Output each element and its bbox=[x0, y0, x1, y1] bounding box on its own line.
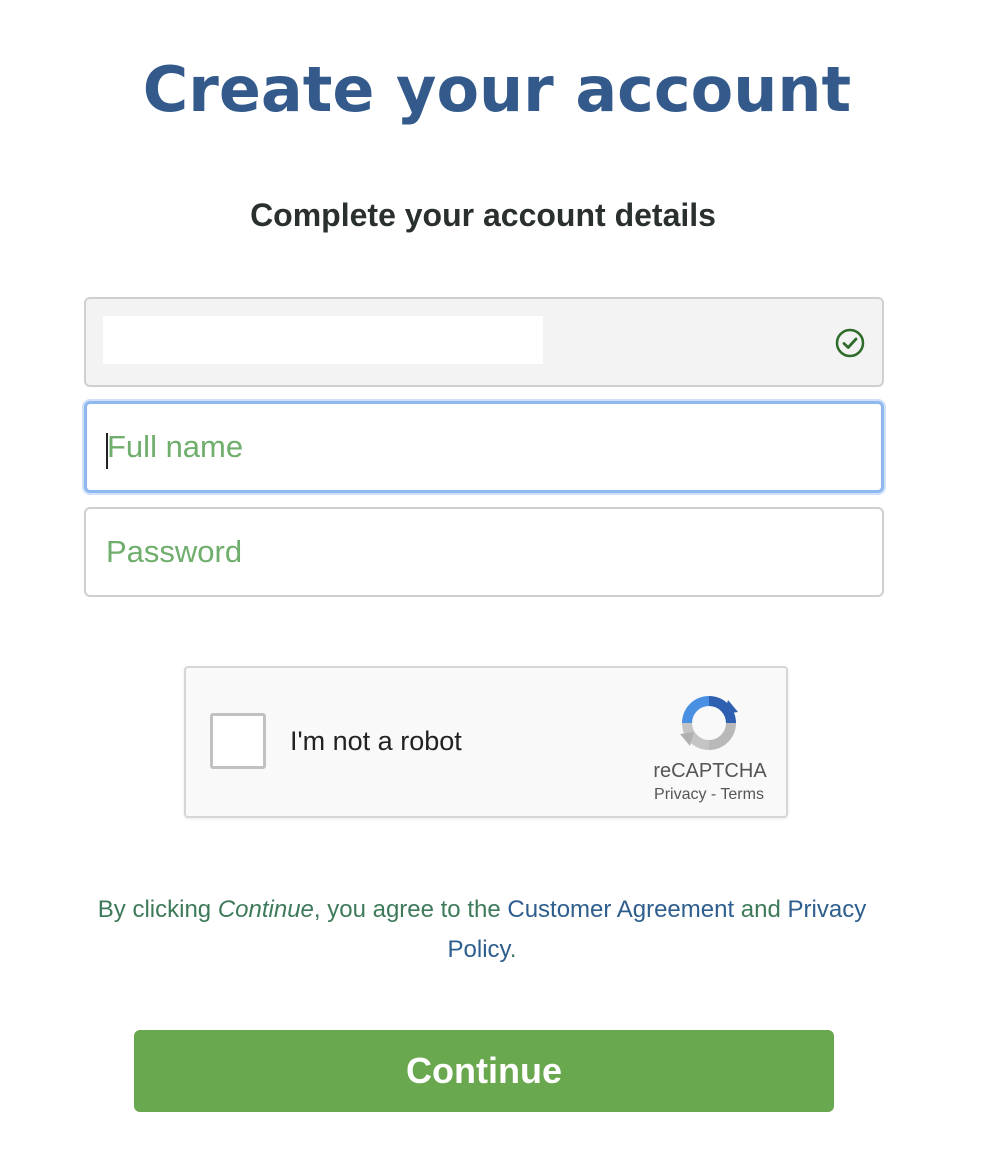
recaptcha-widget: I'm not a robot reCAPTCHA Privacy - Term… bbox=[184, 666, 788, 818]
continue-button[interactable]: Continue bbox=[134, 1030, 834, 1112]
full-name-field[interactable] bbox=[84, 401, 884, 493]
terms-suffix: . bbox=[509, 936, 517, 963]
recaptcha-brand: reCAPTCHA bbox=[653, 760, 767, 782]
recaptcha-privacy-link[interactable]: Privacy bbox=[654, 786, 706, 803]
recaptcha-label: I'm not a robot bbox=[290, 726, 462, 756]
recaptcha-links: Privacy - Terms bbox=[634, 786, 784, 804]
terms-notice: By clicking Continue, you agree to the C… bbox=[80, 890, 884, 970]
email-field[interactable] bbox=[84, 297, 884, 387]
page-title: Create your account bbox=[142, 53, 852, 126]
terms-action-word: Continue bbox=[217, 896, 314, 923]
email-value-redacted bbox=[103, 316, 543, 364]
page-subtitle: Complete your account details bbox=[250, 197, 716, 233]
full-name-input[interactable] bbox=[87, 404, 881, 490]
password-field[interactable] bbox=[84, 507, 884, 597]
terms-and: and bbox=[734, 896, 788, 923]
terms-prefix: By clicking bbox=[97, 896, 218, 923]
terms-middle: , you agree to the bbox=[313, 896, 508, 923]
text-caret bbox=[106, 433, 108, 469]
check-circle-icon bbox=[835, 328, 865, 358]
recaptcha-terms-link[interactable]: Terms bbox=[720, 786, 764, 803]
recaptcha-checkbox[interactable] bbox=[210, 713, 266, 769]
customer-agreement-link[interactable]: Customer Agreement bbox=[507, 896, 734, 923]
recaptcha-logo-icon bbox=[680, 696, 738, 750]
recaptcha-separator: - bbox=[706, 786, 721, 803]
password-input[interactable] bbox=[86, 509, 882, 595]
